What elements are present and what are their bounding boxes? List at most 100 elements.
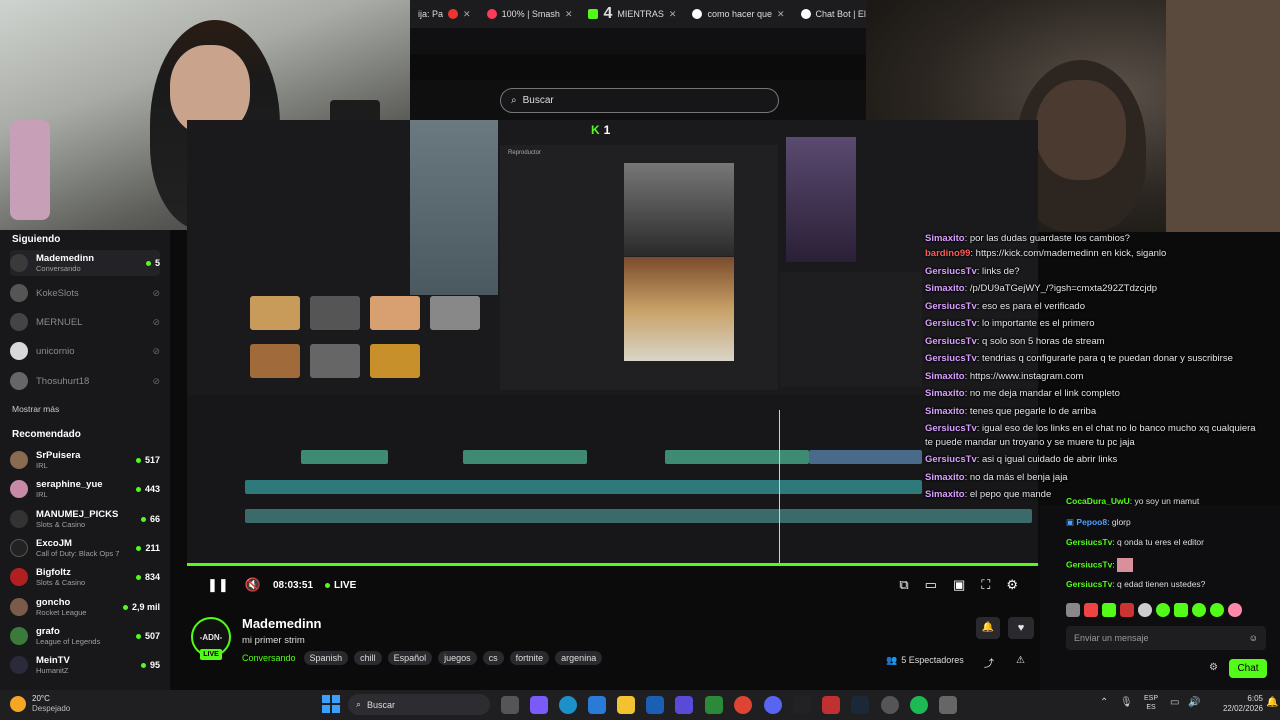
sidebar-channel-mademedinn[interactable]: Mademedinn Conversando 5 [10,250,160,276]
tray-chevron-up-icon[interactable]: ⌃ [1100,697,1108,708]
chat-send-button[interactable]: Chat [1229,659,1267,678]
media-thumb[interactable] [370,344,420,378]
sidebar-channel-rec[interactable]: goncho Rocket League 2,9 mil [10,594,160,620]
taskbar-search[interactable]: ⌕ Buscar [348,694,490,715]
emote-icon[interactable] [1156,603,1170,617]
pause-icon[interactable]: ❚❚ [207,577,229,593]
browser-tab[interactable]: 4 MIENTRAS ✕ [580,0,684,28]
sidebar-channel-rec[interactable]: ExcoJM Call of Duty: Black Ops 7 211 [10,535,160,561]
close-tab-icon[interactable]: ✕ [777,9,785,20]
browser-tab[interactable]: ija: Pa ✕ [410,0,479,28]
browser-tab[interactable]: Chat Bot | El [793,0,866,28]
tag-chip[interactable]: cs [482,651,504,665]
store-icon[interactable] [588,696,606,714]
fullscreen-icon[interactable]: ⛶ [981,577,990,593]
media-thumb[interactable] [310,344,360,378]
show-more-link[interactable]: Mostrar más [12,404,59,414]
media-thumb[interactable] [310,296,360,330]
edge-icon[interactable] [559,696,577,714]
channel-name[interactable]: Mademedinn [242,616,321,631]
chat-input[interactable]: Enviar un mensaje ☺ [1066,626,1266,650]
clip-icon[interactable]: ⧉ [899,577,908,593]
file-explorer-icon[interactable] [617,696,635,714]
task-view-icon[interactable] [501,696,519,714]
timeline-video-track[interactable] [245,480,922,494]
tag-chip[interactable]: Español [387,651,433,665]
capcut-icon[interactable] [793,696,811,714]
app-icon[interactable] [675,696,693,714]
emoji-icon[interactable]: ☺ [1249,633,1258,643]
copilot-icon[interactable] [530,696,548,714]
share-icon[interactable]: ⤴ [984,655,994,670]
xbox-icon[interactable] [705,696,723,714]
sidebar-channel-rec[interactable]: SrPuisera IRL 517 [10,447,160,473]
network-icon[interactable]: ▭ [1170,697,1179,708]
emote-icon[interactable] [1102,603,1116,617]
tag-chip[interactable]: Spanish [303,651,349,665]
editor-timeline[interactable] [187,395,1038,565]
browser-tab[interactable]: 100% | Smash ✕ [479,0,581,28]
chrome-icon[interactable] [734,696,752,714]
close-tab-icon[interactable]: ✕ [669,9,677,20]
timeline-clip[interactable] [463,450,587,464]
language-indicator[interactable]: ESP ES [1144,694,1158,712]
category-link[interactable]: Conversando [242,653,296,663]
emote-icon[interactable] [1066,603,1080,617]
sidebar-channel-rec[interactable]: Bigfoltz Slots & Casino 834 [10,564,160,590]
emote-icon[interactable] [1192,603,1206,617]
report-icon[interactable]: ⚠ [1016,655,1025,666]
sidebar-channel-mernuel[interactable]: MERNUEL ⊘ [10,309,160,335]
tag-chip[interactable]: fortnite [509,651,550,665]
github-icon[interactable] [881,696,899,714]
windows-start-icon[interactable] [322,695,340,713]
picture-in-picture-icon[interactable]: ▣ [953,577,965,593]
chat-settings-gear-icon[interactable]: ⚙ [1209,662,1218,673]
volume-icon[interactable]: 🔊 [1188,697,1200,708]
media-thumb[interactable] [250,296,300,330]
sidebar-channel-unicornio[interactable]: unicornio ⊘ [10,338,160,364]
emote-icon[interactable] [1084,603,1098,617]
sidebar-channel-rec[interactable]: seraphine_yue IRL 443 [10,476,160,502]
sidebar-channel-rec[interactable]: MeinTV HumanitZ 95 [10,652,160,678]
emote-icon[interactable] [1138,603,1152,617]
spotify-icon[interactable] [910,696,928,714]
notifications-bell-icon[interactable]: 🔔 [1266,697,1278,708]
browser-address-bar[interactable] [410,28,866,54]
theater-mode-icon[interactable]: ▭ [925,577,937,593]
tag-chip[interactable]: argenina [555,651,603,665]
follow-heart-icon[interactable]: ♥ [1008,617,1034,639]
mute-icon[interactable]: 🔇 [245,577,261,593]
tag-chip[interactable]: juegos [438,651,477,665]
browser-tab[interactable]: como hacer que ✕ [684,0,792,28]
sidebar-channel-kokeslots[interactable]: KokeSlots ⊘ [10,280,160,306]
media-thumb[interactable] [430,296,480,330]
steam-icon[interactable] [851,696,869,714]
emote-icon[interactable] [1120,603,1134,617]
media-thumb[interactable] [250,344,300,378]
timeline-clip[interactable] [665,450,809,464]
emote-icon[interactable] [1210,603,1224,617]
microphone-icon[interactable]: 🎙 [1120,697,1133,708]
notification-bell-icon[interactable]: 🔔 [976,617,1000,639]
sidebar-channel-rec[interactable]: grafo League of Legends 507 [10,623,160,649]
weather-widget[interactable]: 20°C Despejado [10,694,70,714]
emote-icon[interactable] [1174,603,1188,617]
settings-gear-icon[interactable] [939,696,957,714]
emote-icon[interactable] [1228,603,1242,617]
close-tab-icon[interactable]: ✕ [463,9,471,20]
tag-chip[interactable]: chill [354,651,382,665]
timeline-frames-track[interactable] [245,509,1032,523]
timeline-clip[interactable] [301,450,388,464]
timeline-playhead[interactable] [779,410,780,565]
sidebar-channel-thosuhurt18[interactable]: Thosuhurt18 ⊘ [10,368,160,394]
media-thumb[interactable] [370,296,420,330]
timeline-clip[interactable] [809,450,922,464]
outlook-icon[interactable] [646,696,664,714]
settings-gear-icon[interactable]: ⚙ [1006,577,1018,593]
discord-icon[interactable] [764,696,782,714]
clock[interactable]: 6:05 22/02/2026 [1208,694,1263,714]
search-input[interactable]: ⌕ Buscar [500,88,779,113]
sidebar-channel-rec[interactable]: MANUMEJ_PICKS Slots & Casino 66 [10,506,160,532]
close-tab-icon[interactable]: ✕ [565,9,573,20]
app-red-icon[interactable] [822,696,840,714]
